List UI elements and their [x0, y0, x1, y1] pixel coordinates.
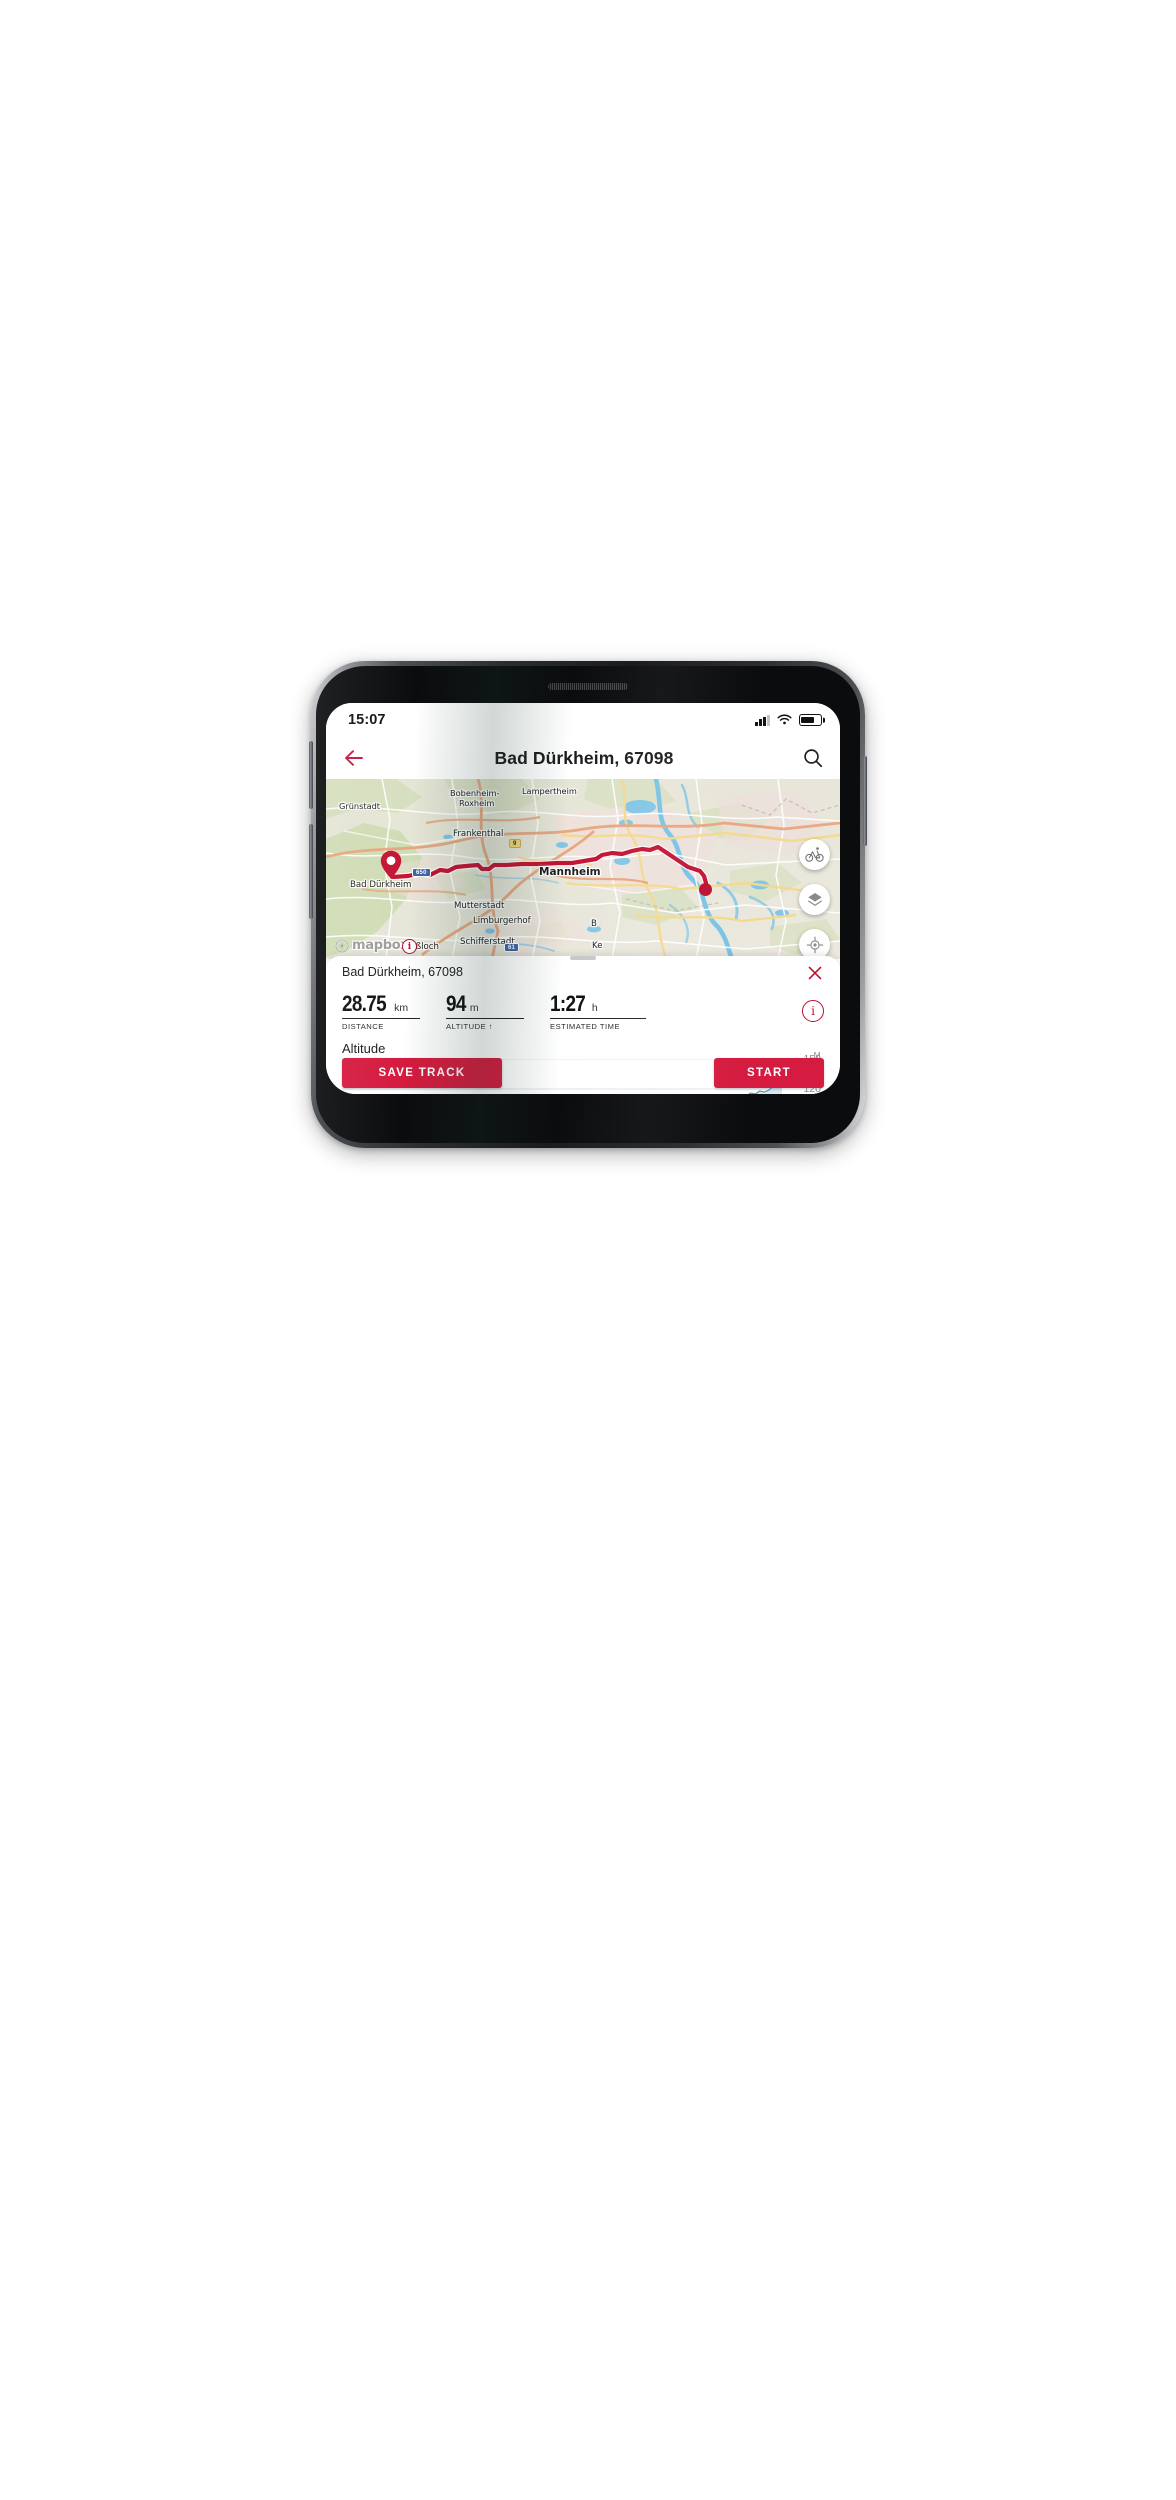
map-road-shield: 9	[509, 839, 521, 848]
volume-up-button[interactable]	[309, 741, 313, 809]
stat-label: DISTANCE	[342, 1021, 384, 1031]
map-info-badge[interactable]: i	[402, 939, 417, 954]
save-track-button[interactable]: SAVE TRACK	[342, 1058, 502, 1088]
search-icon[interactable]	[802, 747, 824, 769]
map-tiles	[326, 779, 840, 959]
stat-value-row: 1:27 h	[550, 991, 646, 1017]
stat-value-row: 28.75 km	[342, 991, 420, 1017]
battery-icon	[799, 714, 822, 726]
stat-underline	[550, 1017, 646, 1019]
status-icons	[755, 714, 822, 726]
stat-unit: km	[394, 1001, 409, 1014]
bicycle-icon	[805, 847, 824, 862]
stat-item: 94 m ALTITUDE ↑	[446, 991, 524, 1031]
route-stats: 28.75 km DISTANCE 94 m ALTITUDE ↑ 1:27 h ESTIMAT…	[342, 991, 824, 1031]
route-end-dot-icon	[699, 883, 712, 896]
power-button[interactable]	[863, 756, 867, 846]
stat-label: ALTITUDE ↑	[446, 1021, 494, 1031]
map-view[interactable]: Grünstadt Bobenheim- Roxheim Lampertheim Fra…	[326, 779, 840, 959]
mapbox-attribution[interactable]: mapbox	[335, 938, 409, 953]
sheet-drag-handle[interactable]	[570, 956, 596, 960]
route-detail-sheet: Bad Dürkheim, 67098 28.75 km DISTANCE 94 m AL…	[326, 956, 840, 1094]
stat-unit: h	[591, 1001, 598, 1014]
app-header: Bad Dürkheim, 67098	[326, 737, 840, 779]
layers-icon	[807, 892, 822, 906]
wifi-icon	[777, 714, 792, 725]
locate-crosshair-icon	[806, 936, 823, 953]
sheet-header: Bad Dürkheim, 67098	[342, 964, 824, 982]
volume-down-button[interactable]	[309, 824, 313, 919]
sheet-title: Bad Dürkheim, 67098	[342, 964, 463, 979]
map-layers-button[interactable]	[799, 884, 830, 915]
stat-underline	[342, 1017, 420, 1019]
cellular-signal-icon	[755, 714, 770, 726]
stat-value: 94	[446, 990, 466, 1016]
stat-item: 1:27 h ESTIMATED TIME	[550, 991, 646, 1031]
stat-label: ESTIMATED TIME	[550, 1021, 621, 1031]
status-time: 15:07	[348, 712, 386, 728]
map-road-shield: 61	[504, 943, 520, 952]
info-circle-icon[interactable]: i	[802, 999, 824, 1022]
phone-bezel: 15:07 Bad Dürkheim, 67098 Grünstadt Bobe…	[316, 666, 860, 1143]
mapbox-wordmark: mapbox	[352, 938, 409, 953]
mapbox-logo-icon	[335, 938, 349, 953]
map-activity-bicycle-button[interactable]	[799, 839, 830, 870]
close-x-icon[interactable]	[806, 964, 824, 982]
phone-screen: 15:07 Bad Dürkheim, 67098 Grünstadt Bobe…	[326, 703, 840, 1094]
map-locate-button[interactable]	[799, 929, 830, 959]
stat-value: 1:27	[550, 990, 586, 1016]
start-button[interactable]: START	[714, 1058, 824, 1088]
back-arrow-icon[interactable]	[342, 746, 366, 770]
stat-value-row: 94 m	[446, 991, 524, 1017]
phone-device: 15:07 Bad Dürkheim, 67098 Grünstadt Bobe…	[309, 661, 867, 1148]
map-road-shield: 650	[412, 868, 431, 877]
sheet-actions: SAVE TRACK START	[342, 1058, 824, 1088]
stat-value: 28.75	[342, 990, 387, 1016]
stat-item: 28.75 km DISTANCE	[342, 991, 420, 1031]
stat-underline	[446, 1017, 524, 1019]
stat-unit: m	[469, 1001, 479, 1014]
earpiece-speaker-icon	[548, 683, 628, 690]
route-start-pin-icon	[380, 850, 402, 879]
status-bar: 15:07	[326, 703, 840, 737]
altitude-chart-title: Altitude	[342, 1040, 386, 1056]
page-title: Bad Dürkheim, 67098	[494, 747, 674, 768]
